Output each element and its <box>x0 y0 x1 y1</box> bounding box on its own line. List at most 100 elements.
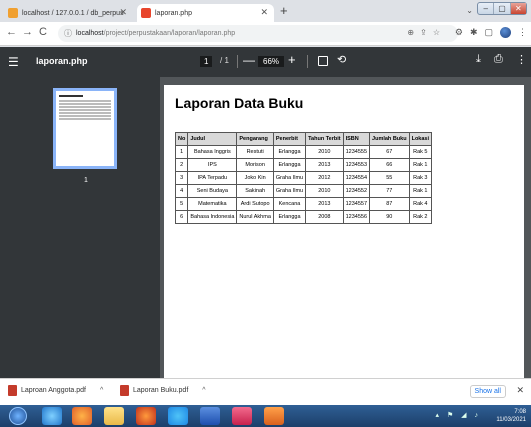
forward-icon[interactable]: → <box>22 26 33 38</box>
folder-icon[interactable] <box>104 407 124 425</box>
sublime-icon[interactable] <box>264 407 284 425</box>
new-tab-button[interactable]: + <box>280 3 288 18</box>
pdf-file-icon <box>120 385 129 396</box>
tab-phpmyadmin[interactable]: localhost / 127.0.0.1 / db_perpus ✕ <box>4 4 133 22</box>
chevron-up-icon[interactable]: ^ <box>202 387 205 394</box>
zoom-icon[interactable]: ⊕ <box>407 28 420 37</box>
table-cell: Rak 1 <box>408 184 433 198</box>
table-cell: Erlangga <box>272 210 307 224</box>
back-icon[interactable]: ← <box>6 26 17 38</box>
app-icon[interactable] <box>232 407 252 425</box>
column-header: ISBN <box>342 132 371 146</box>
maximize-button[interactable]: ▢ <box>494 3 511 14</box>
clock-time: 7:08 <box>514 409 526 415</box>
table-cell: Graha Ilmu <box>272 171 307 185</box>
table-cell: 90 <box>369 210 410 224</box>
table-row: 3 IPA Terpadu Joko Kin Graha Ilmu 2012 123455… <box>174 171 433 185</box>
tab-close-icon[interactable]: ✕ <box>260 7 268 18</box>
column-header: Jumlah Buku <box>369 132 410 146</box>
table-cell: Nurul Akhma <box>236 210 274 224</box>
table-cell: 2012 <box>305 171 344 185</box>
table-cell: 3 <box>174 171 189 185</box>
page-number-input[interactable]: 1 <box>200 56 213 67</box>
thumbnail-page-number: 1 <box>84 177 88 184</box>
pdf-toolbar: ☰ laporan.php 1 / 1 — 66% + ⟲ ⤓ ⎙ ⋮ <box>0 47 531 77</box>
table-cell: 2008 <box>305 210 344 224</box>
show-all-button[interactable]: Show all <box>469 385 506 398</box>
ie-icon[interactable] <box>42 407 62 425</box>
table-cell: Rak 4 <box>408 197 433 211</box>
divider <box>307 55 308 68</box>
chevron-up-icon[interactable]: ^ <box>100 387 103 394</box>
table-cell: Joko Kin <box>236 171 274 185</box>
clock[interactable]: 7:08 11/03/2021 <box>496 408 526 424</box>
minimize-button[interactable]: – <box>478 3 495 14</box>
hamburger-menu-icon[interactable]: ☰ <box>8 55 19 69</box>
word-icon[interactable] <box>200 407 220 425</box>
chrome-icon[interactable] <box>168 407 188 425</box>
download-item[interactable]: Laproan Anggota.pdf ^ <box>8 385 103 396</box>
download-icon[interactable]: ⤓ <box>476 53 481 66</box>
puzzle-icon[interactable]: ✱ <box>470 27 478 38</box>
firefox-icon[interactable] <box>136 407 156 425</box>
close-window-button[interactable]: ✕ <box>510 3 526 14</box>
table-cell: Restuti <box>236 145 274 159</box>
table-cell: 55 <box>369 171 410 185</box>
info-icon[interactable]: ⓘ <box>64 28 72 39</box>
scrollbar[interactable] <box>524 77 531 378</box>
table-cell: 1234554 <box>342 171 371 185</box>
document-title: Laporan Data Buku <box>175 95 304 111</box>
page-thumbnail[interactable] <box>53 88 117 169</box>
download-item[interactable]: Laporan Buku.pdf ^ <box>120 385 206 396</box>
fit-page-icon[interactable] <box>318 56 328 66</box>
table-cell: Sakinah <box>236 184 274 198</box>
star-icon[interactable]: ☆ <box>433 28 446 37</box>
column-header: Lokasi <box>408 132 433 146</box>
start-button[interactable] <box>9 407 27 425</box>
sidepanel-icon[interactable]: ▢ <box>484 27 493 38</box>
tab-close-icon[interactable]: ✕ <box>119 7 127 18</box>
table-row: 5 Matematika Ardi Sutopo Kencana 2013 1234557… <box>174 197 433 211</box>
tab-search-icon[interactable]: ⌄ <box>466 6 473 15</box>
more-options-icon[interactable]: ⋮ <box>516 53 527 66</box>
table-cell: 4 <box>174 184 189 198</box>
tab-strip: localhost / 127.0.0.1 / db_perpus ✕ lapo… <box>0 0 531 22</box>
print-icon[interactable]: ⎙ <box>494 53 503 66</box>
clock-date: 11/03/2021 <box>496 417 526 423</box>
system-tray-icons[interactable]: ▴ ⚑ ◢ ♪ <box>435 411 481 419</box>
table-cell: Matematika <box>187 197 238 211</box>
close-downloads-icon[interactable]: ✕ <box>516 385 524 396</box>
divider <box>237 55 238 68</box>
pdf-title: laporan.php <box>36 56 88 66</box>
table-row: 2 IPS Morison Erlangga 2013 1234553 66 Rak 1 <box>174 158 433 172</box>
menu-icon[interactable]: ⋮ <box>518 27 527 38</box>
table-cell: Bahasa Indonesia <box>187 210 238 224</box>
extension-icon[interactable]: ⚙ <box>455 27 463 38</box>
share-icon[interactable]: ⇪ <box>420 28 433 37</box>
table-cell: 2013 <box>305 197 344 211</box>
address-bar[interactable]: ⓘ localhost /project/perpustakaan/lapora… <box>58 25 458 42</box>
column-header: Tahun Terbit <box>305 132 344 146</box>
media-player-icon[interactable] <box>72 407 92 425</box>
omnibox-actions: ⊕⇪☆ <box>407 28 446 37</box>
table-cell: 2010 <box>305 184 344 198</box>
phpmyadmin-favicon-icon <box>8 8 18 18</box>
table-cell: 2013 <box>305 158 344 172</box>
table-cell: 1234552 <box>342 184 371 198</box>
column-header: Judul <box>187 132 238 146</box>
table-cell: Seni Budaya <box>187 184 238 198</box>
table-cell: Erlangga <box>272 145 307 159</box>
tab-laporan[interactable]: laporan.php ✕ <box>137 4 274 22</box>
rotate-icon[interactable]: ⟲ <box>337 53 346 66</box>
download-filename: Laproan Anggota.pdf <box>21 387 87 394</box>
column-header: Penerbit <box>272 132 307 146</box>
reload-icon[interactable]: C <box>39 26 47 38</box>
window-controls: – ▢ ✕ <box>477 2 527 15</box>
table-row: 1 Bahasa Inggris Restuti Erlangga 2010 123455… <box>174 145 433 159</box>
table-row: 6 Bahasa Indonesia Nurul Akhma Erlangga 2008… <box>174 210 433 224</box>
table-cell: Rak 2 <box>408 210 433 224</box>
zoom-out-button[interactable]: — <box>243 53 255 67</box>
avatar[interactable] <box>500 27 511 38</box>
zoom-input[interactable]: 66% <box>258 56 285 67</box>
zoom-in-button[interactable]: + <box>288 52 296 67</box>
